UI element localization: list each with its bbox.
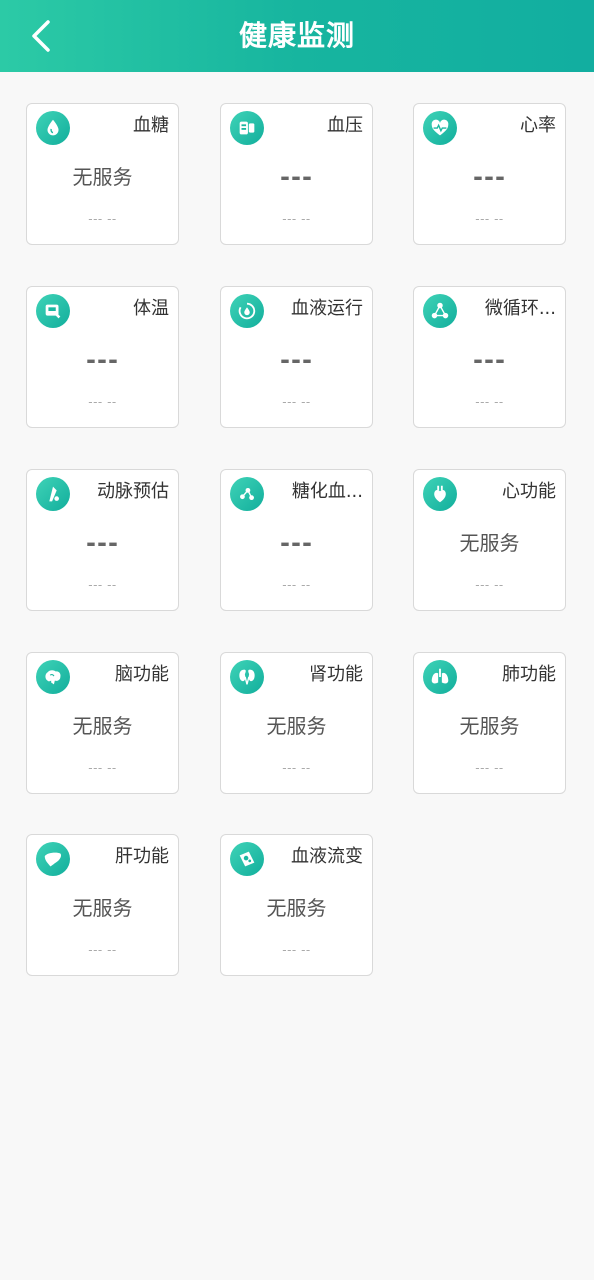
- header-bar: 健康监测: [0, 0, 594, 72]
- card-value: ---: [473, 163, 506, 191]
- artery-icon: [36, 477, 70, 511]
- card-label: 肝功能: [115, 846, 169, 867]
- card-brain-function[interactable]: 脑功能 无服务 --- --: [26, 652, 179, 794]
- card-lung-function[interactable]: 肺功能 无服务 --- --: [413, 652, 566, 794]
- circulation-icon: [230, 294, 264, 328]
- card-label: 血液运行: [291, 298, 363, 319]
- card-time: --- --: [282, 943, 311, 957]
- card-label: 肺功能: [502, 664, 556, 685]
- card-glycated[interactable]: 糖化血... --- --- --: [220, 469, 373, 611]
- card-label: 体温: [133, 298, 169, 319]
- card-label: 血压: [327, 115, 363, 136]
- card-label: 动脉预估: [97, 481, 169, 502]
- blood-drop-icon: [36, 111, 70, 145]
- card-blood-sugar[interactable]: 血糖 无服务 --- --: [26, 103, 179, 245]
- card-label: 心率: [520, 115, 556, 136]
- card-time: --- --: [282, 395, 311, 409]
- card-time: --- --: [88, 761, 117, 775]
- molecule-icon: [230, 477, 264, 511]
- card-label: 血液流变: [291, 846, 363, 867]
- page-title: 健康监测: [238, 19, 355, 52]
- liver-icon: [36, 842, 70, 876]
- card-time: --- --: [282, 578, 311, 592]
- card-value: 无服务: [459, 531, 520, 555]
- card-blood-rheology[interactable]: 血液流变 无服务 --- --: [220, 834, 373, 976]
- card-time: --- --: [88, 943, 117, 957]
- card-value: 无服务: [72, 896, 133, 920]
- card-label: 心功能: [502, 481, 556, 502]
- card-value: ---: [280, 163, 313, 191]
- card-value: 无服务: [72, 165, 133, 189]
- card-liver-function[interactable]: 肝功能 无服务 --- --: [26, 834, 179, 976]
- blood-pressure-icon: [230, 111, 264, 145]
- card-time: --- --: [475, 761, 504, 775]
- card-blood-pressure[interactable]: 血压 --- --- --: [220, 103, 373, 245]
- heart-pulse-icon: [423, 111, 457, 145]
- card-value: ---: [280, 346, 313, 374]
- card-label: 微循环...: [484, 298, 556, 319]
- card-artery[interactable]: 动脉预估 --- --- --: [26, 469, 179, 611]
- card-time: --- --: [475, 395, 504, 409]
- card-value: ---: [86, 529, 119, 557]
- card-kidney-function[interactable]: 肾功能 无服务 --- --: [220, 652, 373, 794]
- lungs-icon: [423, 660, 457, 694]
- card-time: --- --: [88, 578, 117, 592]
- card-label: 糖化血...: [291, 481, 363, 502]
- blood-flow-icon: [230, 842, 264, 876]
- card-value: ---: [280, 529, 313, 557]
- card-heart-function[interactable]: 心功能 无服务 --- --: [413, 469, 566, 611]
- card-value: 无服务: [266, 714, 327, 738]
- card-label: 血糖: [133, 115, 169, 136]
- kidney-icon: [230, 660, 264, 694]
- card-label: 脑功能: [115, 664, 169, 685]
- card-value: 无服务: [72, 714, 133, 738]
- card-temperature[interactable]: 体温 --- --- --: [26, 286, 179, 428]
- card-value: 无服务: [266, 896, 327, 920]
- card-value: ---: [86, 346, 119, 374]
- card-time: --- --: [88, 212, 117, 226]
- card-heart-rate[interactable]: 心率 --- --- --: [413, 103, 566, 245]
- microcirculation-icon: [423, 294, 457, 328]
- card-microcirculation[interactable]: 微循环... --- --- --: [413, 286, 566, 428]
- card-time: --- --: [282, 761, 311, 775]
- card-value: ---: [473, 346, 506, 374]
- card-time: --- --: [475, 212, 504, 226]
- card-value: 无服务: [459, 714, 520, 738]
- card-time: --- --: [282, 212, 311, 226]
- card-time: --- --: [88, 395, 117, 409]
- thermometer-icon: [36, 294, 70, 328]
- brain-icon: [36, 660, 70, 694]
- card-time: --- --: [475, 578, 504, 592]
- card-label: 肾功能: [309, 664, 363, 685]
- card-blood-circulation[interactable]: 血液运行 --- --- --: [220, 286, 373, 428]
- heart-organ-icon: [423, 477, 457, 511]
